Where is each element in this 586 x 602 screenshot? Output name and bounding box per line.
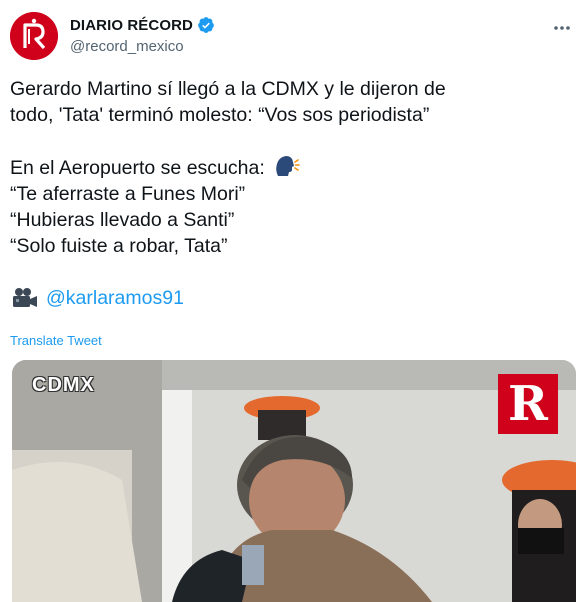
tweet-line: Gerardo Martino sí llegó a la CDMX y le …: [10, 78, 446, 100]
mention-link[interactable]: @karlaramos91: [46, 285, 184, 311]
author-display-name[interactable]: DIARIO RÉCORD: [70, 17, 193, 34]
translate-tweet-link[interactable]: Translate Tweet: [10, 333, 102, 348]
tweet-header: DIARIO RÉCORD @record_mexico: [10, 10, 576, 64]
record-logo-icon: [10, 12, 58, 60]
video-frame-image: [12, 360, 576, 602]
tweet-line-text: En el Aeropuerto se escucha:: [10, 157, 265, 179]
tweet-line: “Solo fuiste a robar, Tata”: [10, 235, 228, 257]
author-handle[interactable]: @record_mexico: [70, 38, 215, 55]
tweet-line: todo, 'Tata' terminó molesto: “Vos sos p…: [10, 104, 430, 126]
avatar[interactable]: [10, 12, 58, 60]
tweet-media-video[interactable]: CDMX R: [12, 360, 576, 602]
speaking-head-icon: [276, 156, 300, 176]
movie-camera-icon: [13, 288, 37, 307]
author-names: DIARIO RÉCORD @record_mexico: [70, 15, 215, 55]
tweet-line: “Hubieras llevado a Santi”: [10, 209, 235, 231]
tweet-line: @karlaramos91: [10, 285, 576, 311]
verified-badge-icon: [198, 17, 214, 33]
more-options-button[interactable]: [550, 16, 574, 40]
tweet-line: “Te aferraste a Funes Mori”: [10, 183, 246, 205]
video-watermark: CDMX: [32, 374, 95, 396]
more-dots-icon: [554, 26, 570, 30]
tweet-text: Gerardo Martino sí llegó a la CDMX y le …: [10, 76, 576, 311]
tweet-line: En el Aeropuerto se escucha:: [10, 154, 576, 181]
record-watermark-logo: R: [498, 374, 558, 434]
